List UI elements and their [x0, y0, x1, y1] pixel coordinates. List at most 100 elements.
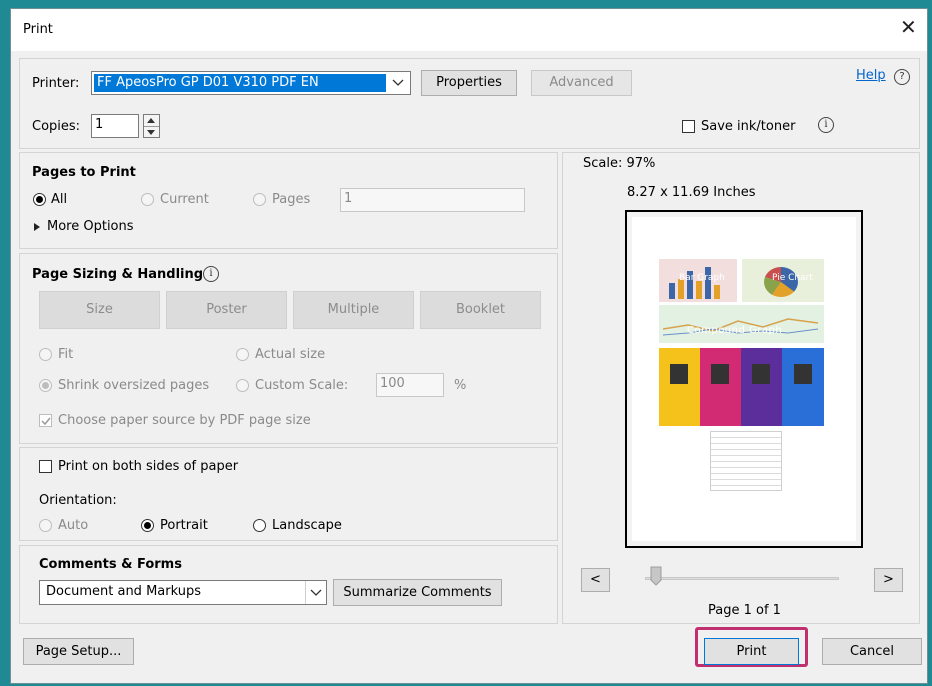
- percent-label: %: [454, 378, 467, 393]
- chevron-down-icon: [310, 589, 322, 596]
- printer-select[interactable]: FF ApeosPro GP D01 V310 PDF EN: [91, 71, 411, 95]
- comments-selected-value: Document and Markups: [46, 584, 201, 599]
- orientation-panel: Print on both sides of paper Orientation…: [19, 447, 558, 541]
- stepper-divider: [144, 126, 159, 127]
- summarize-comments-button[interactable]: Summarize Comments: [333, 579, 502, 606]
- multiple-tab-button[interactable]: Multiple: [293, 291, 414, 329]
- prev-page-button[interactable]: <: [581, 568, 610, 592]
- copies-label: Copies:: [32, 119, 81, 134]
- size-tab-button[interactable]: Size: [39, 291, 160, 329]
- info-icon[interactable]: i: [203, 266, 219, 282]
- comments-select[interactable]: Document and Markups: [39, 580, 327, 605]
- help-icon[interactable]: ?: [894, 69, 910, 85]
- radio-shrink-label: Shrink oversized pages: [58, 378, 210, 393]
- expand-triangle-icon[interactable]: [34, 223, 40, 231]
- select-divider: [305, 581, 306, 604]
- radio-fit-label: Fit: [58, 347, 74, 362]
- save-ink-label: Save ink/toner: [701, 119, 796, 134]
- chevron-down-icon: [392, 79, 404, 86]
- properties-button[interactable]: Properties: [421, 70, 517, 96]
- pages-to-print-panel: Pages to Print All Current Pages 1 More …: [19, 152, 558, 249]
- pie-chart-title: Pie Chart: [772, 273, 813, 283]
- atm-image-strip: [659, 348, 824, 426]
- atm-yellow: [659, 348, 700, 426]
- table-thumbnail: [710, 431, 782, 491]
- pages-range-input[interactable]: 1: [340, 188, 525, 212]
- cancel-button[interactable]: Cancel: [822, 638, 922, 665]
- thumbnail-bar: [669, 283, 675, 299]
- bar-graph-thumbnail: Bar Graph: [659, 259, 737, 302]
- comments-forms-panel: Comments & Forms Document and Markups Su…: [19, 545, 558, 624]
- radio-landscape-label: Landscape: [272, 518, 342, 533]
- thumbnail-bar: [714, 285, 720, 299]
- radio-current[interactable]: [141, 193, 154, 206]
- bar-graph-title: Bar Graph: [679, 273, 725, 283]
- orientation-label: Orientation:: [39, 493, 117, 508]
- radio-current-label: Current: [160, 192, 209, 207]
- radio-portrait[interactable]: [141, 519, 154, 532]
- printer-selected-value: FF ApeosPro GP D01 V310 PDF EN: [94, 74, 386, 92]
- radio-actual-size-label: Actual size: [255, 347, 326, 362]
- printer-label: Printer:: [32, 76, 80, 91]
- page-sizing-title: Page Sizing & Handling: [32, 267, 204, 282]
- atm-screen: [752, 364, 770, 384]
- save-ink-checkbox[interactable]: [682, 120, 695, 133]
- page-setup-button[interactable]: Page Setup...: [23, 638, 134, 665]
- stepper-down-icon[interactable]: [147, 130, 155, 135]
- radio-all-label: All: [51, 192, 68, 207]
- preview-panel: Scale: 97% 8.27 x 11.69 Inches Bar Graph…: [562, 152, 920, 624]
- atm-purple: [741, 348, 782, 426]
- help-link[interactable]: Help: [856, 68, 886, 83]
- radio-fit[interactable]: [39, 348, 52, 361]
- info-icon[interactable]: i: [818, 117, 834, 133]
- page-preview: Bar Graph Pie Chart Compound Graph: [625, 210, 863, 548]
- radio-auto[interactable]: [39, 519, 52, 532]
- close-icon[interactable]: ✕: [900, 15, 917, 39]
- print-button[interactable]: Print: [704, 638, 799, 665]
- comments-forms-title: Comments & Forms: [39, 557, 182, 572]
- radio-landscape[interactable]: [253, 519, 266, 532]
- atm-screen: [794, 364, 812, 384]
- copies-stepper[interactable]: [143, 114, 160, 138]
- next-page-button[interactable]: >: [874, 568, 903, 592]
- radio-custom-scale[interactable]: [236, 379, 249, 392]
- compound-graph-thumbnail: Compound Graph: [659, 305, 824, 343]
- pages-to-print-title: Pages to Print: [32, 165, 136, 180]
- radio-pages[interactable]: [253, 193, 266, 206]
- booklet-tab-button[interactable]: Booklet: [420, 291, 541, 329]
- thumbnail-bar: [696, 281, 702, 299]
- page-slider-thumb[interactable]: [650, 566, 662, 586]
- page-sizing-panel: Page Sizing & Handling i Size Poster Mul…: [19, 253, 558, 444]
- both-sides-label: Print on both sides of paper: [58, 459, 239, 474]
- more-options-toggle[interactable]: More Options: [47, 219, 134, 234]
- page-slider-track[interactable]: [645, 577, 839, 580]
- radio-actual-size[interactable]: [236, 348, 249, 361]
- radio-portrait-label: Portrait: [160, 518, 208, 533]
- thumbnail-bar: [705, 267, 711, 299]
- radio-auto-label: Auto: [58, 518, 89, 533]
- paper-source-label: Choose paper source by PDF page size: [58, 413, 311, 428]
- printer-panel: Printer: FF ApeosPro GP D01 V310 PDF EN …: [19, 58, 920, 149]
- stepper-up-icon[interactable]: [147, 118, 155, 123]
- compound-graph-title: Compound Graph: [687, 325, 783, 336]
- atm-screen: [670, 364, 688, 384]
- paper-size-label: 8.27 x 11.69 Inches: [627, 185, 756, 200]
- page-sheet: Bar Graph Pie Chart Compound Graph: [632, 217, 856, 541]
- radio-pages-label: Pages: [272, 192, 311, 207]
- pie-chart-thumbnail: Pie Chart: [742, 259, 824, 302]
- radio-custom-scale-label: Custom Scale:: [255, 378, 349, 393]
- both-sides-checkbox[interactable]: [39, 460, 52, 473]
- poster-tab-button[interactable]: Poster: [166, 291, 287, 329]
- paper-source-checkbox[interactable]: [39, 414, 52, 427]
- copies-input[interactable]: 1: [91, 114, 139, 138]
- dialog-title: Print: [23, 22, 53, 37]
- atm-pink: [700, 348, 741, 426]
- radio-shrink[interactable]: [39, 379, 52, 392]
- atm-blue: [782, 348, 824, 426]
- atm-screen: [711, 364, 729, 384]
- radio-all[interactable]: [33, 193, 46, 206]
- scale-label: Scale: 97%: [583, 156, 656, 171]
- advanced-button[interactable]: Advanced: [531, 70, 632, 96]
- custom-scale-input[interactable]: 100: [376, 373, 444, 397]
- title-bar: Print ✕: [11, 9, 927, 51]
